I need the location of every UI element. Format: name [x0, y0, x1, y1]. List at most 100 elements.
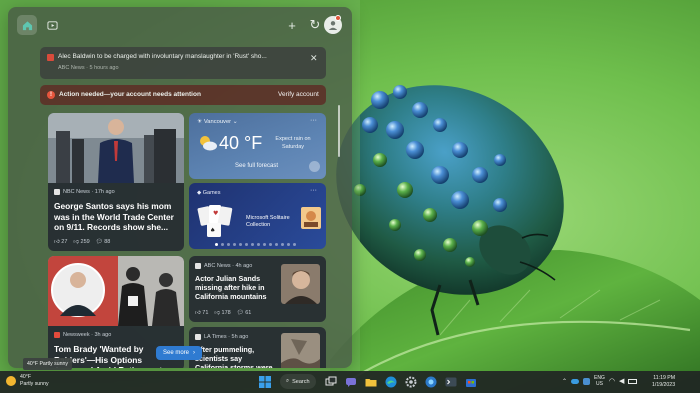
- see-more-label: See more: [163, 350, 190, 356]
- temperature: 40 °F: [219, 133, 263, 153]
- taskbar-search-button[interactable]: ⌕ Search: [280, 374, 316, 389]
- la-times-logo-icon: [195, 334, 201, 340]
- search-icon: ⌕: [286, 378, 290, 384]
- source-label: NBC News · 17h ago: [63, 189, 115, 195]
- chevron-right-icon: ›: [193, 350, 196, 356]
- card-source: NBC News · 17h ago: [54, 189, 115, 195]
- settings-gear-icon[interactable]: [404, 375, 418, 389]
- taskbar-weather-text: 40°F Partly sunny: [20, 374, 49, 388]
- abc-news-logo-icon: [47, 54, 54, 61]
- weather-tooltip: 40°F Partly sunny: [23, 358, 72, 370]
- newsweek-logo-icon: [54, 332, 60, 338]
- like-icon[interactable]: 👍︎ 27: [54, 239, 67, 245]
- home-icon: [22, 20, 32, 30]
- carousel-dots[interactable]: [215, 243, 296, 246]
- task-view-icon[interactable]: [324, 375, 338, 389]
- search-label: Search: [292, 378, 310, 385]
- edge-beta-icon[interactable]: [424, 375, 438, 389]
- notification-text: Alec Baldwin to be charged with involunt…: [58, 53, 267, 60]
- weather-location[interactable]: ☀︎ Vancouver ⌄: [197, 119, 238, 125]
- warning-icon: !: [47, 91, 55, 99]
- microsoft-store-icon[interactable]: [464, 375, 478, 389]
- comment-icon[interactable]: 💬︎ 88: [96, 239, 111, 245]
- abc-news-logo-icon: [195, 263, 201, 269]
- system-tray: ⌃ ENG US ◠ ◀: [562, 375, 638, 387]
- card-headline: After pummeling, scientists say Californ…: [195, 345, 273, 368]
- partly-cloudy-icon: [200, 136, 217, 151]
- panel-scrollbar[interactable]: [338, 105, 340, 157]
- weather-card[interactable]: ☀︎ Vancouver ⌄ ··· 40 °F Expect rain on …: [189, 113, 326, 179]
- add-widget-button[interactable]: +: [284, 17, 300, 33]
- news-thumbnail: [281, 333, 320, 368]
- news-card-sands[interactable]: ABC News · 4h ago Actor Julian Sands mis…: [189, 256, 326, 322]
- clock[interactable]: 11:19 PM 1/19/2023: [652, 375, 675, 389]
- notification-dot: [335, 15, 341, 21]
- alert-text: Action needed—your account needs attenti…: [59, 91, 201, 98]
- date-label: 1/19/2023: [652, 382, 676, 388]
- news-notification[interactable]: Alec Baldwin to be charged with involunt…: [40, 47, 326, 79]
- cloud-icon[interactable]: [571, 378, 580, 384]
- source-label: Newsweek · 3h ago: [63, 332, 112, 338]
- close-icon[interactable]: ✕: [310, 53, 318, 64]
- card-source: LA Times · 5h ago: [195, 334, 248, 340]
- game-name: Microsoft Solitaire Collection: [246, 215, 290, 228]
- svg-text:♠: ♠: [210, 227, 215, 234]
- security-icon[interactable]: [583, 377, 591, 385]
- like-count: 27: [61, 239, 68, 245]
- source-label: LA Times · 5h ago: [204, 334, 249, 340]
- notification-source: ABC News · 5 hours ago: [58, 65, 119, 71]
- terminal-icon[interactable]: [444, 375, 458, 389]
- time-label: 11:19 PM: [653, 375, 676, 381]
- dislike-icon[interactable]: 👎︎ 259: [73, 239, 89, 245]
- keyboard-region: US: [595, 381, 603, 387]
- like-icon[interactable]: 👍︎ 71: [195, 310, 208, 316]
- dislike-count: 178: [221, 310, 231, 316]
- comment-count: 61: [245, 310, 252, 316]
- widgets-panel: + ↻ Alec Baldwin to be charged with invo…: [8, 7, 352, 368]
- language-indicator[interactable]: ENG US: [594, 375, 605, 387]
- full-forecast-link[interactable]: See full forecast: [235, 163, 278, 169]
- widgets-header: + ↻: [8, 7, 352, 41]
- forecast-text: Expect rain on Saturday: [275, 136, 311, 150]
- partly-sunny-icon: [6, 376, 16, 386]
- home-tab[interactable]: [17, 15, 37, 35]
- plus-icon: +: [288, 17, 296, 33]
- games-card[interactable]: ◆ Games ··· ♥ ♠ Microsoft Solitaire Coll…: [189, 183, 326, 249]
- taskbar-weather-widget[interactable]: 40°F Partly sunny: [6, 374, 49, 388]
- video-tab[interactable]: [42, 15, 62, 35]
- games-title: ◆ Games: [197, 190, 221, 196]
- dislike-icon[interactable]: 👎︎ 178: [214, 310, 230, 316]
- news-photo: [48, 256, 184, 326]
- news-card-latimes[interactable]: LA Times · 5h ago After pummeling, scien…: [189, 327, 326, 368]
- taskbar-temp: 40°F: [20, 374, 32, 380]
- source-label: ABC News · 4h ago: [204, 263, 253, 269]
- city-label: Vancouver: [203, 119, 232, 125]
- comment-icon[interactable]: 💬︎ 61: [237, 310, 252, 316]
- comment-count: 88: [104, 239, 111, 245]
- more-options-icon[interactable]: ···: [310, 117, 317, 124]
- wifi-icon[interactable]: ◠: [609, 377, 615, 385]
- more-options-icon[interactable]: ···: [310, 187, 317, 194]
- video-icon: [46, 20, 58, 30]
- news-photo: [48, 113, 184, 183]
- see-more-button[interactable]: See more ›: [156, 346, 203, 360]
- windows-start-icon[interactable]: [258, 375, 272, 389]
- edge-browser-icon[interactable]: [384, 375, 398, 389]
- file-explorer-icon[interactable]: [364, 375, 378, 389]
- refresh-icon: ↻: [309, 17, 321, 32]
- taskbar: 40°F Partly sunny ⌕ Search ⌃ ENG US ◠ ◀ …: [0, 371, 700, 393]
- battery-icon[interactable]: [628, 378, 638, 384]
- refresh-button[interactable]: ↻: [307, 17, 323, 33]
- location-icon: ☀︎: [197, 119, 203, 125]
- news-card-santos[interactable]: NBC News · 17h ago George Santos says hi…: [48, 113, 184, 251]
- speaker-icon[interactable]: ◀: [619, 377, 624, 385]
- weather-map-button[interactable]: [309, 161, 320, 172]
- verify-account-button[interactable]: Verify account: [278, 91, 319, 98]
- card-headline: George Santos says his mom was in the Wo…: [54, 201, 174, 232]
- chevron-up-icon[interactable]: ⌃: [562, 378, 567, 385]
- card-stats: 👍︎ 27 👎︎ 259 💬︎ 88: [54, 239, 110, 245]
- taskbar-apps: ⌕ Search: [258, 374, 478, 389]
- news-thumbnail: [281, 264, 320, 304]
- chat-icon[interactable]: [344, 375, 358, 389]
- games-label: Games: [202, 190, 221, 196]
